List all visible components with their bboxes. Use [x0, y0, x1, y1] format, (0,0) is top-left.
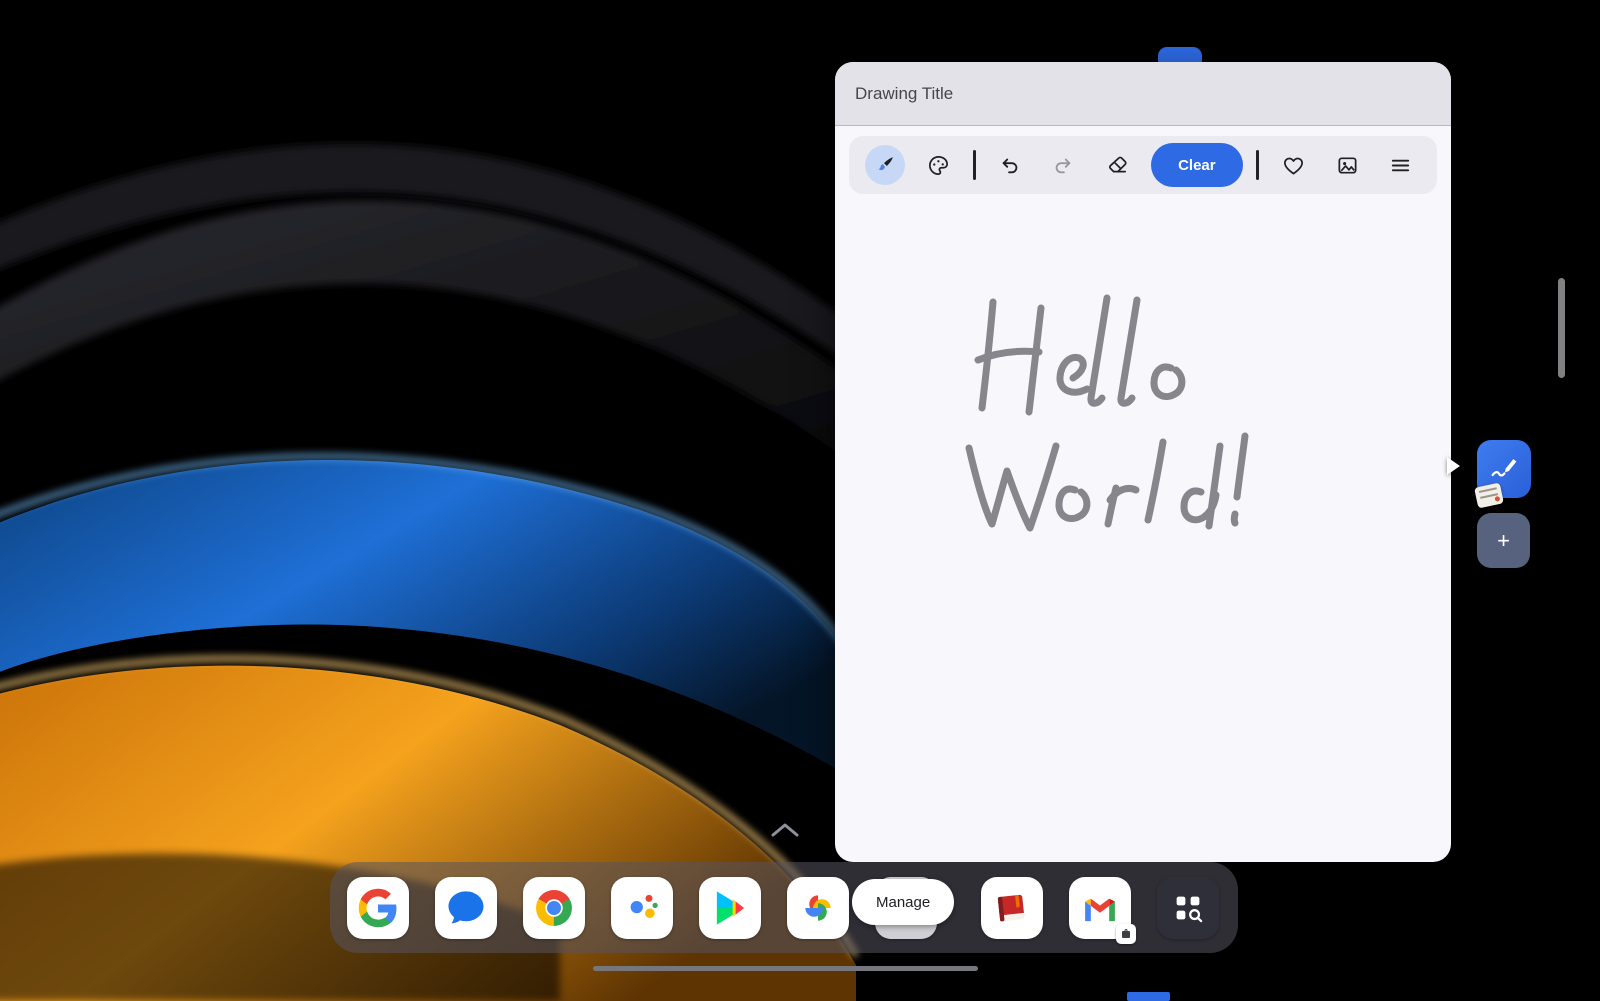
toolbar-divider — [973, 150, 976, 180]
edge-scrollbar[interactable] — [1558, 278, 1565, 378]
messages-bubble-icon — [445, 887, 487, 929]
window-title: Drawing Title — [855, 84, 953, 104]
work-profile-badge — [1116, 924, 1136, 944]
undo-button[interactable] — [990, 145, 1030, 185]
insert-image-button[interactable] — [1327, 145, 1367, 185]
app-icon-assistant[interactable] — [611, 877, 673, 939]
book-icon — [991, 887, 1033, 929]
drawing-canvas[interactable] — [835, 202, 1451, 862]
brush-icon — [874, 154, 896, 176]
app-icon-chrome[interactable] — [523, 877, 585, 939]
drawing-app-window: Drawing Title — [835, 62, 1451, 862]
stylus-pen-icon — [1488, 453, 1520, 485]
toolbar-divider — [1256, 150, 1259, 180]
heart-icon — [1282, 154, 1305, 177]
handwriting-hello-world — [835, 202, 1451, 862]
manage-button[interactable]: Manage — [852, 879, 954, 925]
gmail-m-icon — [1079, 887, 1121, 929]
drawing-edge-handle-button[interactable] — [1477, 440, 1531, 498]
app-icon-photos[interactable] — [787, 877, 849, 939]
play-store-triangle-icon — [709, 887, 751, 929]
clear-button[interactable]: Clear — [1151, 143, 1243, 187]
eraser-button[interactable] — [1097, 145, 1137, 185]
app-icon-play-store[interactable] — [699, 877, 761, 939]
image-icon — [1336, 154, 1359, 177]
chevron-up-icon[interactable] — [770, 822, 800, 838]
palette-tool-button[interactable] — [919, 145, 959, 185]
redo-button[interactable] — [1043, 145, 1083, 185]
undo-icon — [999, 154, 1021, 176]
gesture-navigation-bar[interactable] — [593, 966, 978, 971]
google-logo-icon — [357, 887, 399, 929]
palette-icon — [927, 154, 950, 177]
app-icon-google[interactable] — [347, 877, 409, 939]
hamburger-menu-icon — [1389, 154, 1412, 177]
add-panel-button[interactable]: + — [1477, 513, 1530, 568]
eraser-icon — [1106, 154, 1129, 177]
assistant-dots-icon — [621, 887, 663, 929]
edge-panel-arrow-icon[interactable] — [1447, 457, 1460, 475]
menu-button[interactable] — [1381, 145, 1421, 185]
redo-icon — [1052, 154, 1074, 176]
photos-pinwheel-icon — [797, 887, 839, 929]
bottom-accent-strip — [1127, 992, 1170, 1001]
chrome-logo-icon — [533, 887, 575, 929]
taskbar-dock: Manage — [330, 862, 1238, 953]
favorite-button[interactable] — [1273, 145, 1313, 185]
app-icon-gmail[interactable] — [1069, 877, 1131, 939]
app-grid-search-icon — [1167, 887, 1209, 929]
window-titlebar[interactable]: Drawing Title — [835, 62, 1451, 126]
app-icon-messages[interactable] — [435, 877, 497, 939]
desktop: Drawing Title — [0, 0, 1600, 1001]
app-icon-book[interactable] — [981, 877, 1043, 939]
app-icon-app-search[interactable] — [1157, 877, 1219, 939]
briefcase-icon — [1120, 928, 1132, 940]
brush-tool-button[interactable] — [865, 145, 905, 185]
drawing-toolbar: Clear — [849, 136, 1437, 194]
